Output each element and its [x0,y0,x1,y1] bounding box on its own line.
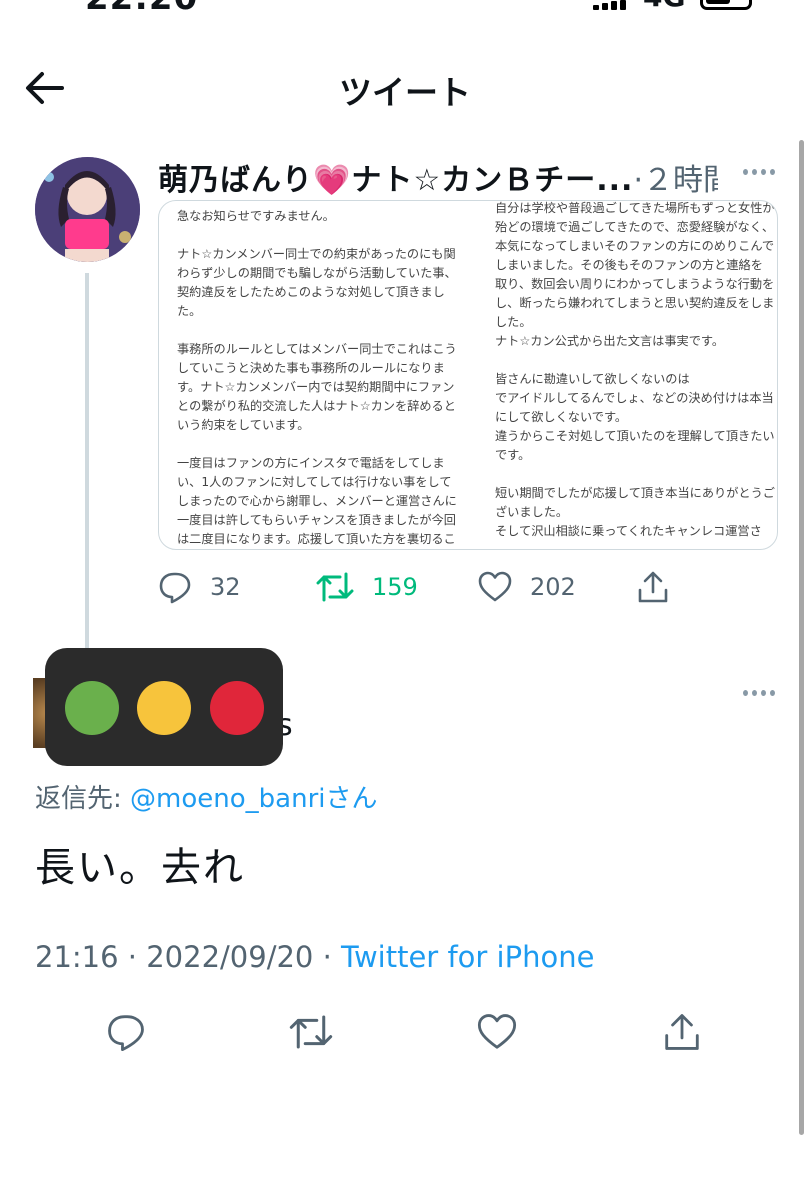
share-icon [665,1014,699,1050]
like-count: 202 [530,573,576,601]
status-time: 22:20 [85,0,198,18]
reply-icon [108,1015,144,1052]
like-icon [477,1014,517,1049]
tweet-time: ·２時間 [633,163,718,195]
status-bar: 22:20 4G [0,0,810,22]
page-title: ツイート [339,73,471,112]
tweet-timestamp: 21:16 · 2022/09/20 · [35,940,342,974]
tweet-media[interactable]: 急なお知らせですみません。 ナト☆カンメンバー同士での約束があったのにも関わらず… [158,200,778,550]
signal-icon [593,0,633,10]
retweet-count: 159 [372,573,418,601]
like-icon [478,571,512,602]
share-button[interactable] [660,1010,704,1054]
retweet-button[interactable] [289,1010,333,1054]
like-button[interactable]: 202 [478,567,576,607]
reply-to-suffix: さん [325,784,378,814]
tweet-source-link[interactable]: Twitter for iPhone [341,940,594,974]
reply-button[interactable]: 32 [158,567,241,607]
author-name[interactable]: 萌乃ばんり💗ナト☆カンＢチー... [158,163,633,195]
retweet-button[interactable]: 159 [316,567,418,607]
media-text-right: 自分は学校や普段過ごしてきた場所もずっと女性が殆どの環境で過ごしてきたので、恋愛… [495,201,775,538]
avatar-image [35,157,140,262]
share-button[interactable] [636,567,670,607]
retweet-icon [316,572,354,602]
tweet-meta: 21:16 · 2022/09/20 · Twitter for iPhone [35,940,594,974]
reply-count: 32 [210,573,241,601]
scrollbar[interactable] [799,140,804,1135]
tweet-author-row: 萌乃ばんり💗ナト☆カンＢチー...·２時間 [158,155,718,195]
more-icon[interactable] [743,167,775,177]
reply-to: 返信先: @moeno_banriさん [35,778,378,815]
traffic-light-overlay [45,648,283,766]
reply-to-prefix: 返信先: [35,784,131,814]
avatar[interactable] [35,157,140,262]
tweet-text: 長い。去れ [35,845,245,891]
like-button[interactable] [475,1010,519,1054]
thread-line [85,273,89,649]
share-icon [638,571,668,603]
retweet-icon [289,1015,333,1049]
more-icon[interactable] [743,688,775,698]
reply-icon [159,572,191,604]
tweet-actions: 32 159 202 [158,567,698,607]
battery-icon [700,0,752,10]
tweet-actions [0,1010,810,1054]
network-type: 4G [643,0,685,13]
green-dot [65,681,119,735]
yellow-dot [137,681,191,735]
media-text-left: 急なお知らせですみません。 ナト☆カンメンバー同士での約束があったのにも関わらず… [177,209,457,546]
red-dot [210,681,264,735]
reply-to-handle[interactable]: @moeno_banri [130,784,325,814]
reply-button[interactable] [104,1010,148,1054]
